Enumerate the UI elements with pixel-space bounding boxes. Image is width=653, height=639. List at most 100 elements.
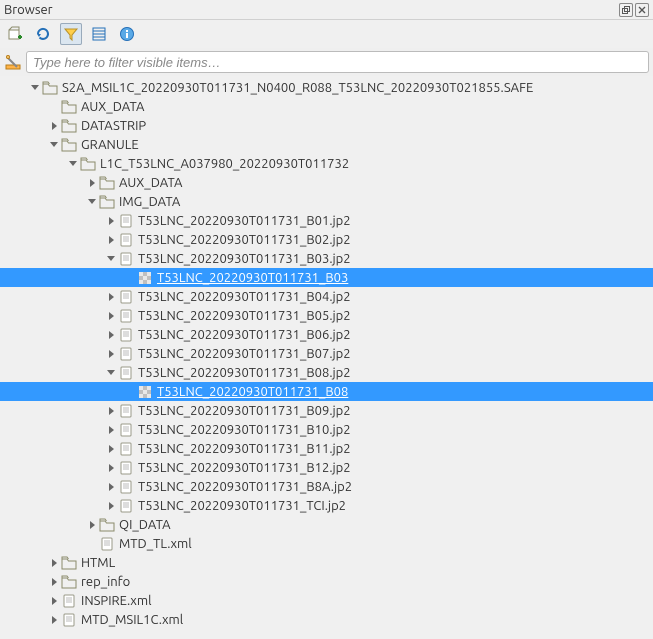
- tree-view[interactable]: S2A_MSIL1C_20220930T011731_N0400_R088_T5…: [0, 76, 653, 639]
- tree-item[interactable]: rep_info: [0, 572, 653, 591]
- tree-item[interactable]: HTML: [0, 553, 653, 572]
- folder-icon: [99, 517, 115, 533]
- tree-item[interactable]: T53LNC_20220930T011731_B06.jp2: [0, 325, 653, 344]
- expand-icon[interactable]: [104, 461, 118, 475]
- tree-item[interactable]: T53LNC_20220930T011731_TCI.jp2: [0, 496, 653, 515]
- expand-icon[interactable]: [104, 214, 118, 228]
- tree-item[interactable]: T53LNC_20220930T011731_B05.jp2: [0, 306, 653, 325]
- expand-icon[interactable]: [104, 233, 118, 247]
- titlebar: Browser: [0, 0, 653, 20]
- expand-icon[interactable]: [104, 423, 118, 437]
- tree-item[interactable]: AUX_DATA: [0, 97, 653, 116]
- expand-icon[interactable]: [104, 480, 118, 494]
- tree-item[interactable]: T53LNC_20220930T011731_B07.jp2: [0, 344, 653, 363]
- tree-item[interactable]: T53LNC_20220930T011731_B01.jp2: [0, 211, 653, 230]
- expand-icon[interactable]: [85, 176, 99, 190]
- expand-icon[interactable]: [104, 328, 118, 342]
- tree-item[interactable]: T53LNC_20220930T011731_B12.jp2: [0, 458, 653, 477]
- folder-icon: [61, 574, 77, 590]
- expand-icon[interactable]: [104, 442, 118, 456]
- tree-item[interactable]: T53LNC_20220930T011731_B11.jp2: [0, 439, 653, 458]
- expand-icon[interactable]: [85, 518, 99, 532]
- refresh-button[interactable]: [32, 23, 54, 45]
- file-icon: [118, 479, 134, 495]
- collapse-icon[interactable]: [85, 195, 99, 209]
- expand-icon[interactable]: [104, 290, 118, 304]
- folder-icon: [99, 194, 115, 210]
- file-icon: [118, 232, 134, 248]
- expand-icon[interactable]: [104, 347, 118, 361]
- tree-item[interactable]: GRANULE: [0, 135, 653, 154]
- tree-item[interactable]: L1C_T53LNC_A037980_20220930T011732: [0, 154, 653, 173]
- tree-item-label: T53LNC_20220930T011731_B8A.jp2: [138, 480, 352, 494]
- tree-item[interactable]: T53LNC_20220930T011731_B08: [0, 382, 653, 401]
- tree-item[interactable]: QI_DATA: [0, 515, 653, 534]
- tree-item-label: T53LNC_20220930T011731_TCI.jp2: [138, 499, 346, 513]
- tree-item-label: T53LNC_20220930T011731_B08: [157, 385, 348, 399]
- undock-button[interactable]: [619, 3, 633, 17]
- tree-item[interactable]: T53LNC_20220930T011731_B09.jp2: [0, 401, 653, 420]
- tree-item[interactable]: T53LNC_20220930T011731_B8A.jp2: [0, 477, 653, 496]
- tree-item-label: S2A_MSIL1C_20220930T011731_N0400_R088_T5…: [62, 81, 533, 95]
- tree-item-label: DATASTRIP: [81, 119, 146, 133]
- file-icon: [118, 251, 134, 267]
- collapse-icon[interactable]: [66, 157, 80, 171]
- folder-icon: [61, 99, 77, 115]
- tree-item[interactable]: T53LNC_20220930T011731_B08.jp2: [0, 363, 653, 382]
- properties-button[interactable]: [116, 23, 138, 45]
- browser-panel: Browser: [0, 0, 653, 639]
- folder-icon: [99, 175, 115, 191]
- tree-item[interactable]: T53LNC_20220930T011731_B03: [0, 268, 653, 287]
- file-icon: [118, 365, 134, 381]
- tree-item-label: INSPIRE.xml: [81, 594, 151, 608]
- tree-item[interactable]: IMG_DATA: [0, 192, 653, 211]
- tree-item-label: T53LNC_20220930T011731_B07.jp2: [138, 347, 351, 361]
- tree-item-label: HTML: [81, 556, 115, 570]
- tree-item[interactable]: T53LNC_20220930T011731_B10.jp2: [0, 420, 653, 439]
- tree-item[interactable]: DATASTRIP: [0, 116, 653, 135]
- tree-item[interactable]: MTD_TL.xml: [0, 534, 653, 553]
- tree-item[interactable]: S2A_MSIL1C_20220930T011731_N0400_R088_T5…: [0, 78, 653, 97]
- expand-icon[interactable]: [47, 594, 61, 608]
- collapse-icon[interactable]: [104, 366, 118, 380]
- tree-item[interactable]: AUX_DATA: [0, 173, 653, 192]
- expand-icon[interactable]: [47, 556, 61, 570]
- tree-item[interactable]: T53LNC_20220930T011731_B04.jp2: [0, 287, 653, 306]
- expand-icon[interactable]: [104, 499, 118, 513]
- tree-item-label: QI_DATA: [119, 518, 171, 532]
- collapse-all-button[interactable]: [88, 23, 110, 45]
- filter-toggle-button[interactable]: [60, 23, 82, 45]
- expand-icon[interactable]: [47, 575, 61, 589]
- file-icon: [118, 460, 134, 476]
- expand-icon[interactable]: [104, 404, 118, 418]
- add-layer-button[interactable]: [4, 23, 26, 45]
- file-icon: [118, 327, 134, 343]
- close-button[interactable]: [635, 3, 649, 17]
- tree-item-label: T53LNC_20220930T011731_B12.jp2: [138, 461, 351, 475]
- toolbar: [0, 20, 653, 48]
- collapse-icon[interactable]: [28, 81, 42, 95]
- collapse-icon[interactable]: [104, 252, 118, 266]
- tree-item-label: T53LNC_20220930T011731_B01.jp2: [138, 214, 351, 228]
- expand-icon[interactable]: [47, 613, 61, 627]
- tree-item[interactable]: INSPIRE.xml: [0, 591, 653, 610]
- tree-item-label: T53LNC_20220930T011731_B05.jp2: [138, 309, 351, 323]
- expand-icon[interactable]: [104, 309, 118, 323]
- tree-item-label: T53LNC_20220930T011731_B04.jp2: [138, 290, 351, 304]
- tree-item-label: MTD_TL.xml: [119, 537, 192, 551]
- filter-row: [0, 48, 653, 76]
- folder-icon: [42, 80, 58, 96]
- filter-input[interactable]: [26, 51, 649, 73]
- file-icon: [61, 593, 77, 609]
- tree-item[interactable]: T53LNC_20220930T011731_B03.jp2: [0, 249, 653, 268]
- tree-item[interactable]: MTD_MSIL1C.xml: [0, 610, 653, 629]
- expand-icon[interactable]: [47, 119, 61, 133]
- tree-item-label: T53LNC_20220930T011731_B03.jp2: [138, 252, 351, 266]
- tree-item[interactable]: T53LNC_20220930T011731_B02.jp2: [0, 230, 653, 249]
- filter-options-button[interactable]: [4, 53, 22, 71]
- folder-icon: [61, 118, 77, 134]
- file-icon: [118, 498, 134, 514]
- collapse-icon[interactable]: [47, 138, 61, 152]
- tree-item-label: IMG_DATA: [119, 195, 180, 209]
- panel-title: Browser: [4, 3, 617, 17]
